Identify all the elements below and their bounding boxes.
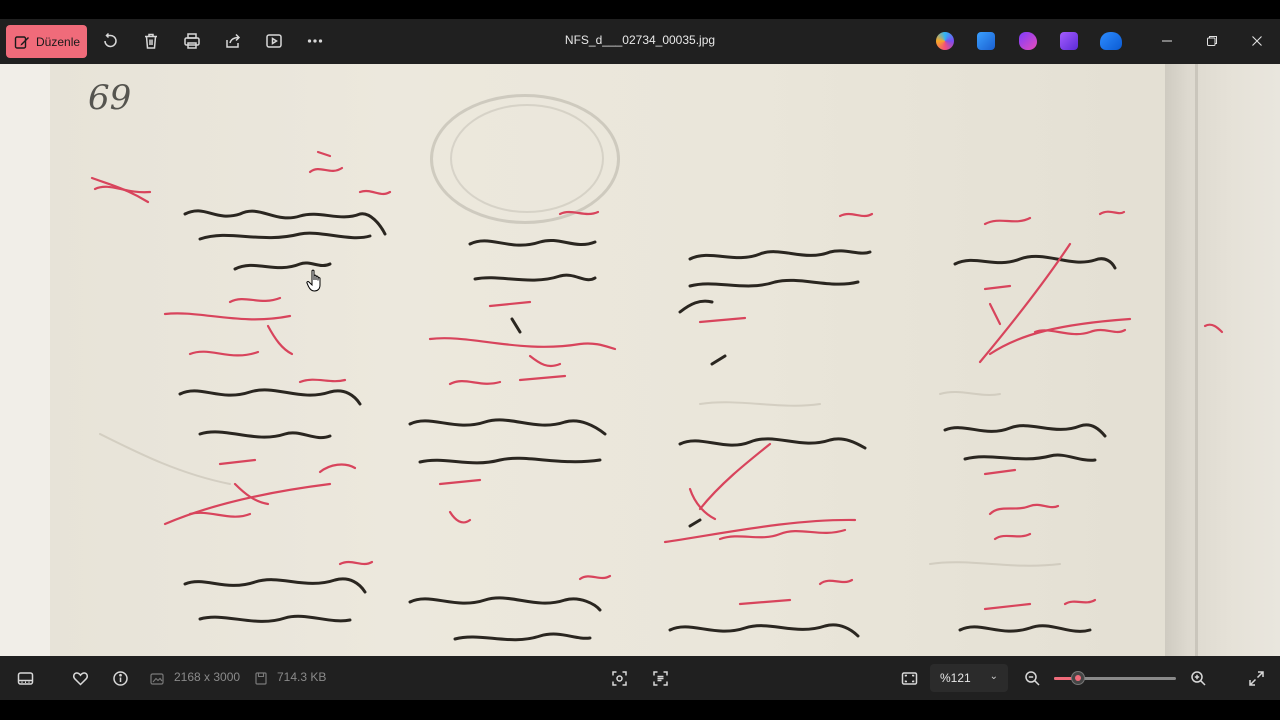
file-size-icon xyxy=(255,672,267,685)
more-icon[interactable] xyxy=(305,31,325,51)
share-icon[interactable] xyxy=(223,31,243,51)
handwritten-ottoman-register xyxy=(90,150,1224,642)
zoom-out-button[interactable] xyxy=(1022,668,1042,688)
zoom-slider-thumb[interactable] xyxy=(1071,671,1085,685)
image-dimensions: 2168 x 3000 xyxy=(174,670,241,684)
red-ink-annotations xyxy=(90,150,1224,611)
file-name: NFS_d___02734_00035.jpg xyxy=(564,33,716,47)
visual-search-button[interactable] xyxy=(609,668,629,688)
hand-cursor-icon xyxy=(306,269,321,292)
clipchamp-icon[interactable] xyxy=(1019,32,1037,50)
zoom-in-button[interactable] xyxy=(1188,668,1208,688)
image-size-icon xyxy=(150,673,164,685)
fit-screen-icon xyxy=(901,671,917,685)
onedrive-icon[interactable] xyxy=(1100,32,1122,50)
info-icon xyxy=(112,670,128,686)
file-info-button[interactable] xyxy=(110,668,130,688)
text-scan-button[interactable] xyxy=(650,668,670,688)
edit-button-label: Düzenle xyxy=(36,34,81,49)
visual-search-icon xyxy=(611,670,627,686)
edit-icon xyxy=(14,35,29,49)
slideshow-icon[interactable] xyxy=(264,31,284,51)
edit-button[interactable]: Düzenle xyxy=(6,25,87,58)
image-viewport[interactable]: 69 xyxy=(0,64,1280,656)
copilot-icon[interactable] xyxy=(936,32,954,50)
delete-icon[interactable] xyxy=(141,31,161,51)
video-editor-icon[interactable] xyxy=(1060,32,1078,50)
close-button[interactable] xyxy=(1244,29,1270,53)
zoom-in-icon xyxy=(1190,670,1206,686)
title-bar: Düzenle NFS_d___02734_00035.jpg xyxy=(0,19,1280,64)
file-size: 714.3 KB xyxy=(277,670,327,684)
letterbox-bottom xyxy=(0,700,1280,720)
faded-ghost-ink xyxy=(99,391,1061,567)
chevron-down-icon: ⌄ xyxy=(989,671,998,682)
minimize-button[interactable] xyxy=(1154,29,1180,53)
text-scan-icon xyxy=(652,670,668,686)
heart-icon xyxy=(72,671,88,686)
rotate-icon[interactable] xyxy=(100,31,120,51)
maximize-button[interactable] xyxy=(1199,29,1225,53)
filmstrip-button[interactable] xyxy=(15,668,35,688)
minimize-icon xyxy=(1162,40,1172,42)
zoom-level-value: %121 xyxy=(940,671,971,685)
expand-icon xyxy=(1248,670,1264,686)
zoom-out-icon xyxy=(1024,670,1040,686)
restore-icon xyxy=(1207,36,1217,46)
paint-icon[interactable] xyxy=(977,32,995,50)
print-icon[interactable] xyxy=(182,31,202,51)
zoom-level-dropdown[interactable]: %121 ⌄ xyxy=(930,664,1008,692)
full-screen-button[interactable] xyxy=(1246,668,1266,688)
letterbox-top xyxy=(0,0,1280,19)
close-icon xyxy=(1252,36,1262,46)
favorite-button[interactable] xyxy=(70,668,90,688)
filmstrip-icon xyxy=(17,671,33,685)
fit-to-window-button[interactable] xyxy=(899,668,919,688)
